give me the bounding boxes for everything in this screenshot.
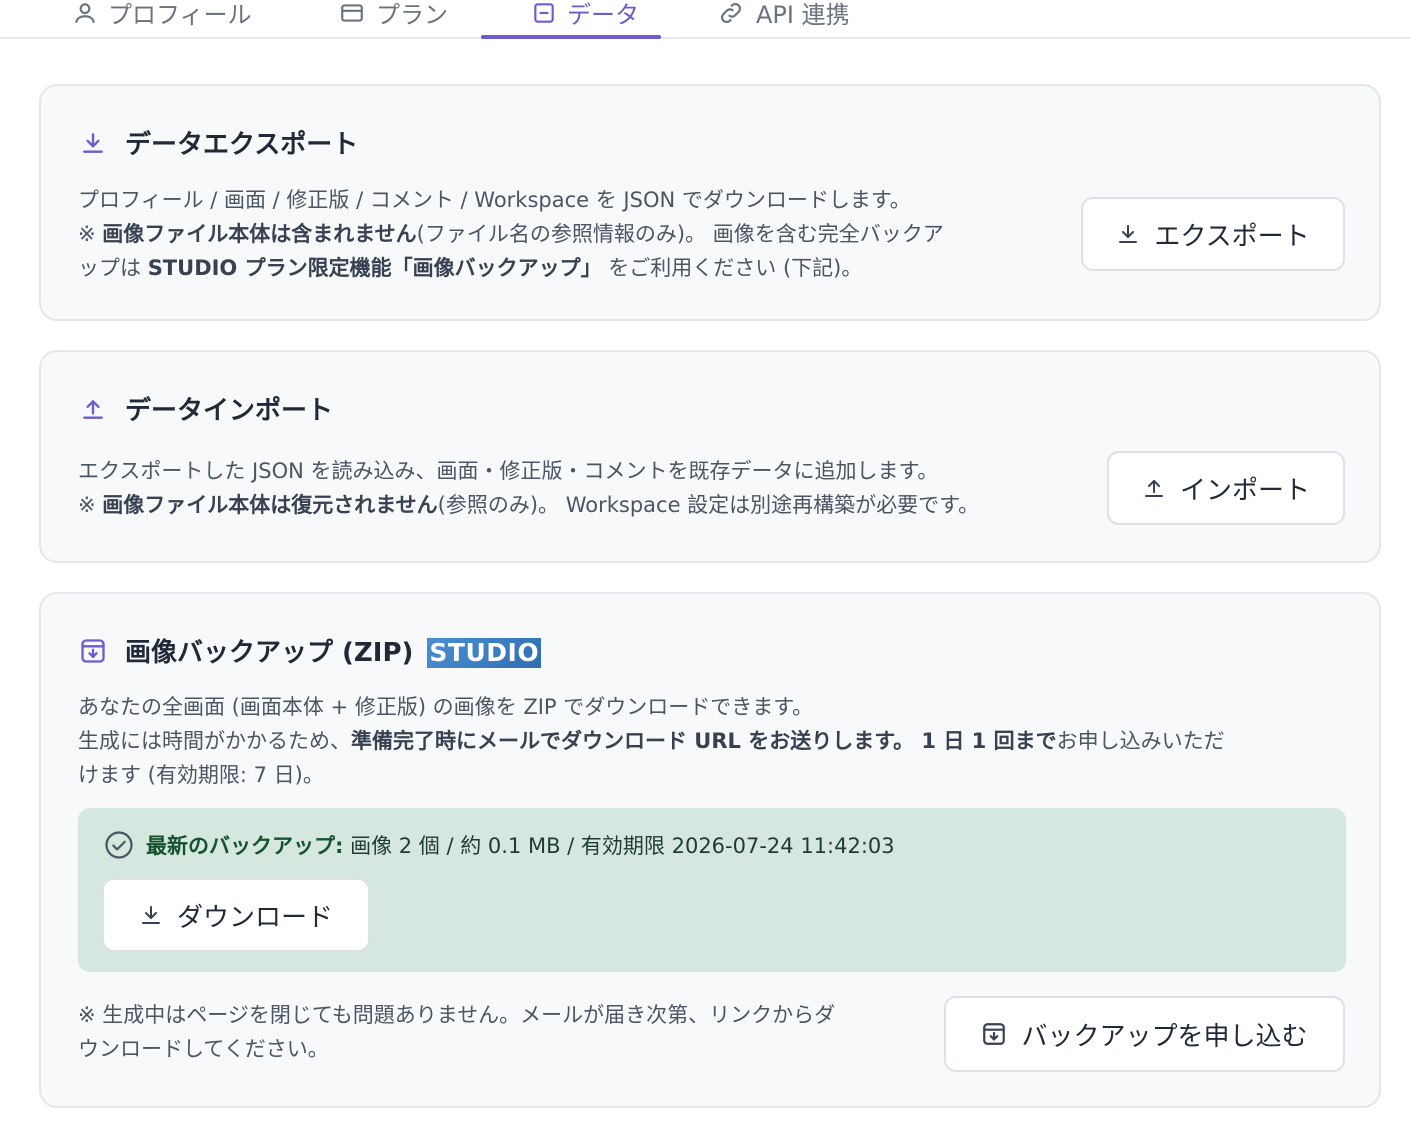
- import-title: データインポート: [79, 390, 333, 427]
- export-desc-line1: プロフィール / 画面 / 修正版 / コメント / Workspace を J…: [78, 188, 911, 212]
- backup-desc-line2-bold: 準備完了時にメールでダウンロード URL をお送りします。 1 日 1 回まで: [351, 729, 1057, 753]
- import-button-label: インポート: [1179, 475, 1310, 506]
- export-title: データエクスポート: [79, 124, 358, 161]
- download-icon: [79, 129, 107, 157]
- export-card: データエクスポート プロフィール / 画面 / 修正版 / コメント / Wor…: [39, 84, 1381, 321]
- backup-desc-line2: 生成には時間がかかるため、準備完了時にメールでダウンロード URL をお送りしま…: [78, 724, 1346, 758]
- export-desc-line2: ※ 画像ファイル本体は含まれません(ファイル名の参照情報のみ)。 画像を含む完全…: [78, 217, 1058, 251]
- tab-plan-label: プラン: [376, 1, 448, 29]
- user-icon: [75, 2, 95, 23]
- export-desc-line3-prefix: ップは: [78, 256, 148, 280]
- import-description: エクスポートした JSON を読み込み、画面・修正版・コメントを既存データに追加…: [78, 454, 1118, 522]
- import-card: データインポート エクスポートした JSON を読み込み、画面・修正版・コメント…: [39, 350, 1381, 563]
- latest-backup-label: 最新のバックアップ:: [146, 834, 344, 858]
- import-desc-line2-rest: (参照のみ)。 Workspace 設定は別途再構築が必要です。: [437, 493, 980, 517]
- backup-note-line2: ウンロードしてください。: [78, 1037, 329, 1061]
- import-button[interactable]: インポート: [1107, 451, 1345, 525]
- settings-tabs: プロフィール プラン データ API 連携: [0, 0, 1410, 39]
- import-desc-line2: ※ 画像ファイル本体は復元されません(参照のみ)。 Workspace 設定は別…: [78, 488, 1118, 522]
- latest-backup-info: 最新のバックアップ: 画像 2 個 / 約 0.1 MB / 有効期限 2026…: [104, 830, 895, 860]
- backup-title-label: 画像バックアップ (ZIP): [125, 638, 414, 668]
- backup-note: ※ 生成中はページを閉じても問題ありません。メールが届き次第、リンクからダ ウン…: [78, 998, 938, 1066]
- export-title-text: データエクスポート: [125, 130, 359, 160]
- backup-title-text: 画像バックアップ (ZIP) STUDIO: [125, 632, 542, 669]
- tab-data[interactable]: データ: [481, 0, 661, 39]
- backup-card: 画像バックアップ (ZIP) STUDIO あなたの全画面 (画面本体 + 修正版…: [39, 592, 1381, 1108]
- export-desc-line2-bold: 画像ファイル本体は含まれません: [102, 222, 417, 246]
- latest-backup-details: 画像 2 個 / 約 0.1 MB / 有効期限 2026-07-24 11:4…: [350, 834, 895, 858]
- tab-plan[interactable]: プラン: [338, 0, 448, 39]
- backup-note-line1: ※ 生成中はページを閉じても問題ありません。メールが届き次第、リンクからダ: [78, 1003, 836, 1027]
- backup-desc-line2-prefix: 生成には時間がかかるため、: [78, 729, 351, 753]
- export-desc-line3-bold: STUDIO プラン限定機能「画像バックアップ」: [147, 256, 602, 280]
- tab-api[interactable]: API 連携: [716, 0, 850, 39]
- check-circle-icon: [105, 831, 133, 859]
- request-backup-label: バックアップを申し込む: [1021, 1021, 1308, 1052]
- import-desc-line2-bold: 画像ファイル本体は復元されません: [102, 493, 438, 517]
- download-icon: [141, 906, 160, 924]
- backup-desc-line2-rest: お申し込みいただ: [1056, 729, 1225, 753]
- import-title-text: データインポート: [125, 396, 334, 426]
- card-icon: [341, 3, 363, 22]
- import-desc-line1: エクスポートした JSON を読み込み、画面・修正版・コメントを既存データに追加…: [78, 459, 939, 483]
- archive-icon: [79, 637, 107, 665]
- import-desc-line2-prefix: ※: [78, 493, 103, 517]
- tab-profile[interactable]: プロフィール: [72, 0, 252, 39]
- archive-icon: [983, 1023, 1006, 1045]
- download-backup-label: ダウンロード: [176, 902, 333, 933]
- export-button-label: エクスポート: [1154, 221, 1310, 252]
- download-backup-button[interactable]: ダウンロード: [102, 878, 370, 952]
- tab-data-label: データ: [567, 1, 639, 29]
- export-desc-line2-rest: (ファイル名の参照情報のみ)。 画像を含む完全バックア: [416, 222, 944, 246]
- backup-desc-line3: けます (有効期限: 7 日)。: [78, 763, 324, 787]
- tab-profile-label: プロフィール: [108, 1, 252, 29]
- download-icon: [1119, 225, 1138, 243]
- tab-api-label: API 連携: [756, 1, 850, 29]
- export-desc-line3-rest: をご利用ください (下記)。: [601, 256, 863, 280]
- request-backup-button[interactable]: バックアップを申し込む: [944, 996, 1345, 1072]
- data-icon: [534, 2, 554, 23]
- export-desc-line2-prefix: ※: [78, 222, 103, 246]
- upload-icon: [79, 395, 107, 423]
- export-description: プロフィール / 画面 / 修正版 / コメント / Workspace を J…: [78, 183, 1058, 285]
- backup-description: あなたの全画面 (画面本体 + 修正版) の画像を ZIP でダウンロードできま…: [78, 690, 1346, 792]
- link-icon: [721, 2, 741, 23]
- latest-backup-text: 最新のバックアップ: 画像 2 個 / 約 0.1 MB / 有効期限 2026…: [146, 830, 895, 860]
- latest-backup-notice: 最新のバックアップ: 画像 2 個 / 約 0.1 MB / 有効期限 2026…: [78, 808, 1346, 972]
- upload-icon: [1144, 480, 1163, 497]
- export-desc-line3: ップは STUDIO プラン限定機能「画像バックアップ」 をご利用ください (下…: [78, 251, 1058, 285]
- export-button[interactable]: エクスポート: [1081, 197, 1345, 271]
- backup-title: 画像バックアップ (ZIP) STUDIO: [79, 632, 542, 669]
- studio-badge: STUDIO: [427, 638, 542, 668]
- backup-desc-line1: あなたの全画面 (画面本体 + 修正版) の画像を ZIP でダウンロードできま…: [78, 695, 814, 719]
